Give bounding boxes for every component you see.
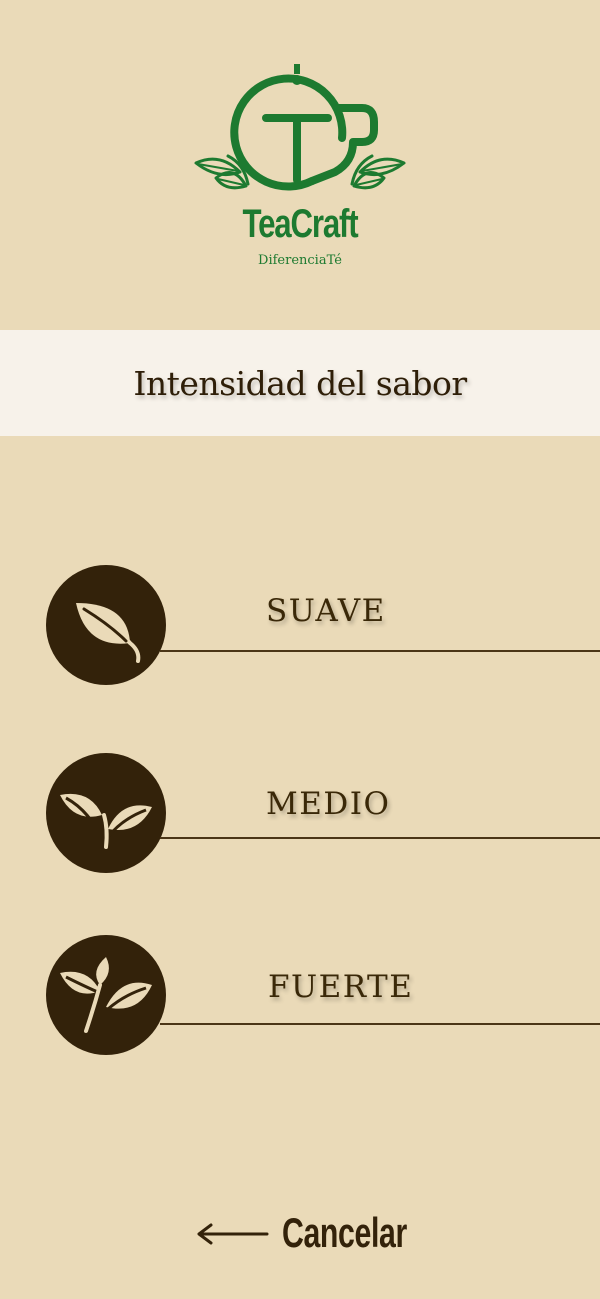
teapot-logo-icon — [194, 64, 406, 191]
option-fuerte-label: FUERTE — [268, 969, 414, 1005]
option-suave-badge — [46, 565, 166, 685]
option-suave[interactable]: SUAVE — [0, 565, 600, 687]
tea-branch-icon — [60, 957, 152, 1033]
option-medio-badge — [46, 753, 166, 873]
option-fuerte-badge — [46, 935, 166, 1055]
option-suave-underline — [160, 650, 600, 652]
arrow-left-icon — [197, 1223, 269, 1245]
brand-name: TeaCraft — [242, 202, 359, 246]
option-fuerte[interactable]: FUERTE — [0, 935, 600, 1057]
single-leaf-icon — [76, 603, 141, 663]
option-medio-label: MEDIO — [266, 786, 391, 822]
option-medio-underline — [160, 837, 600, 839]
brand-tagline: DiferenciaTé — [258, 253, 342, 268]
sprout-icon — [60, 793, 152, 849]
option-fuerte-underline — [160, 1023, 600, 1025]
page-title: Intensidad del sabor — [133, 364, 467, 403]
teacraft-logo: TeaCraft DiferenciaTé — [190, 60, 410, 275]
option-medio[interactable]: MEDIO — [0, 753, 600, 875]
cancel-label: Cancelar — [282, 1209, 407, 1256]
title-band: Intensidad del sabor — [0, 330, 600, 436]
cancel-button[interactable]: Cancelar — [195, 1205, 410, 1261]
option-suave-label: SUAVE — [266, 593, 386, 629]
